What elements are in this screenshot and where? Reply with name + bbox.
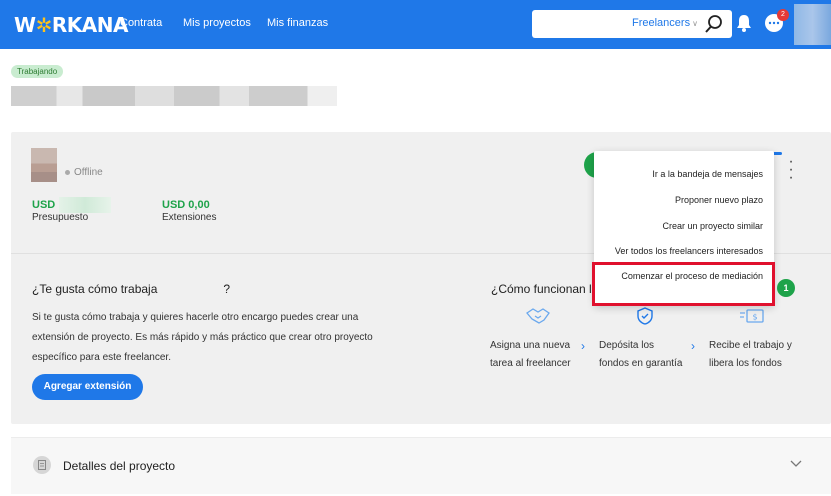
menu-item-similar-project[interactable]: Crear un proyecto similar — [662, 221, 763, 231]
budget-value: USD · — [32, 199, 62, 211]
project-title-redacted — [11, 86, 337, 106]
extension-description: Si te gusta cómo trabaja y quieres hacer… — [32, 312, 373, 363]
freelancer-status: Offline — [74, 167, 103, 178]
document-icon — [33, 456, 51, 474]
budget-amount-redacted — [59, 197, 111, 213]
menu-item-view-freelancers[interactable]: Ver todos los freelancers interesados — [615, 246, 763, 256]
offline-status-dot — [65, 170, 70, 175]
menu-item-new-deadline[interactable]: Proponer nuevo plazo — [675, 195, 763, 205]
top-navbar: W✲RKANA Contrata Mis proyectos Mis finan… — [0, 0, 831, 49]
bell-icon[interactable] — [736, 14, 752, 32]
menu-item-inbox[interactable]: Ir a la bandeja de mensajes — [652, 169, 763, 179]
search-icon[interactable] — [704, 14, 724, 34]
project-details-section[interactable]: Detalles del proyecto — [11, 437, 831, 494]
shield-check-icon — [637, 307, 653, 325]
step-2-text: Depósita los fondos en garantía — [599, 340, 683, 369]
user-avatar[interactable] — [794, 4, 831, 45]
extension-question-title: ¿Te gusta cómo trabaja? — [32, 282, 231, 296]
add-extension-button[interactable]: Agregar extensión — [32, 374, 143, 400]
money-icon: $ — [740, 309, 764, 323]
chevron-down-icon[interactable] — [789, 456, 803, 470]
search-category-select[interactable]: Freelancers ∨ — [632, 17, 698, 29]
search-box[interactable]: Freelancers ∨ — [532, 10, 732, 38]
workana-logo[interactable]: W✲RKANA — [14, 13, 128, 37]
step-1-text: Asigna una nueva tarea al freelancer — [490, 340, 571, 369]
nav-mis-finanzas[interactable]: Mis finanzas — [267, 17, 328, 29]
svg-text:$: $ — [752, 313, 757, 322]
nav-mis-proyectos[interactable]: Mis proyectos — [183, 17, 251, 29]
extensions-label: Extensiones — [162, 212, 217, 223]
project-details-title: Detalles del proyecto — [63, 459, 176, 473]
handshake-icon — [526, 308, 550, 324]
notifications-badge: 2 — [777, 9, 789, 21]
step-3-text: Recibe el trabajo y libera los fondos — [709, 340, 792, 369]
mediation-highlight-box — [592, 262, 775, 306]
extensions-value: USD 0,00 — [162, 199, 210, 211]
arrow-right-icon: › — [691, 339, 695, 353]
arrow-right-icon: › — [581, 339, 585, 353]
step-number-badge: 1 — [777, 279, 795, 297]
nav-contrata[interactable]: Contrata — [120, 17, 162, 29]
budget-label: Presupuesto — [32, 212, 89, 223]
how-it-works-title: ¿Cómo funcionan la — [491, 282, 599, 296]
status-badge: Trabajando — [11, 65, 64, 78]
freelancer-avatar[interactable] — [31, 148, 57, 182]
chevron-down-icon: ∨ — [692, 19, 698, 28]
more-options-icon[interactable]: · · · — [786, 154, 796, 186]
search-input[interactable] — [538, 15, 628, 33]
